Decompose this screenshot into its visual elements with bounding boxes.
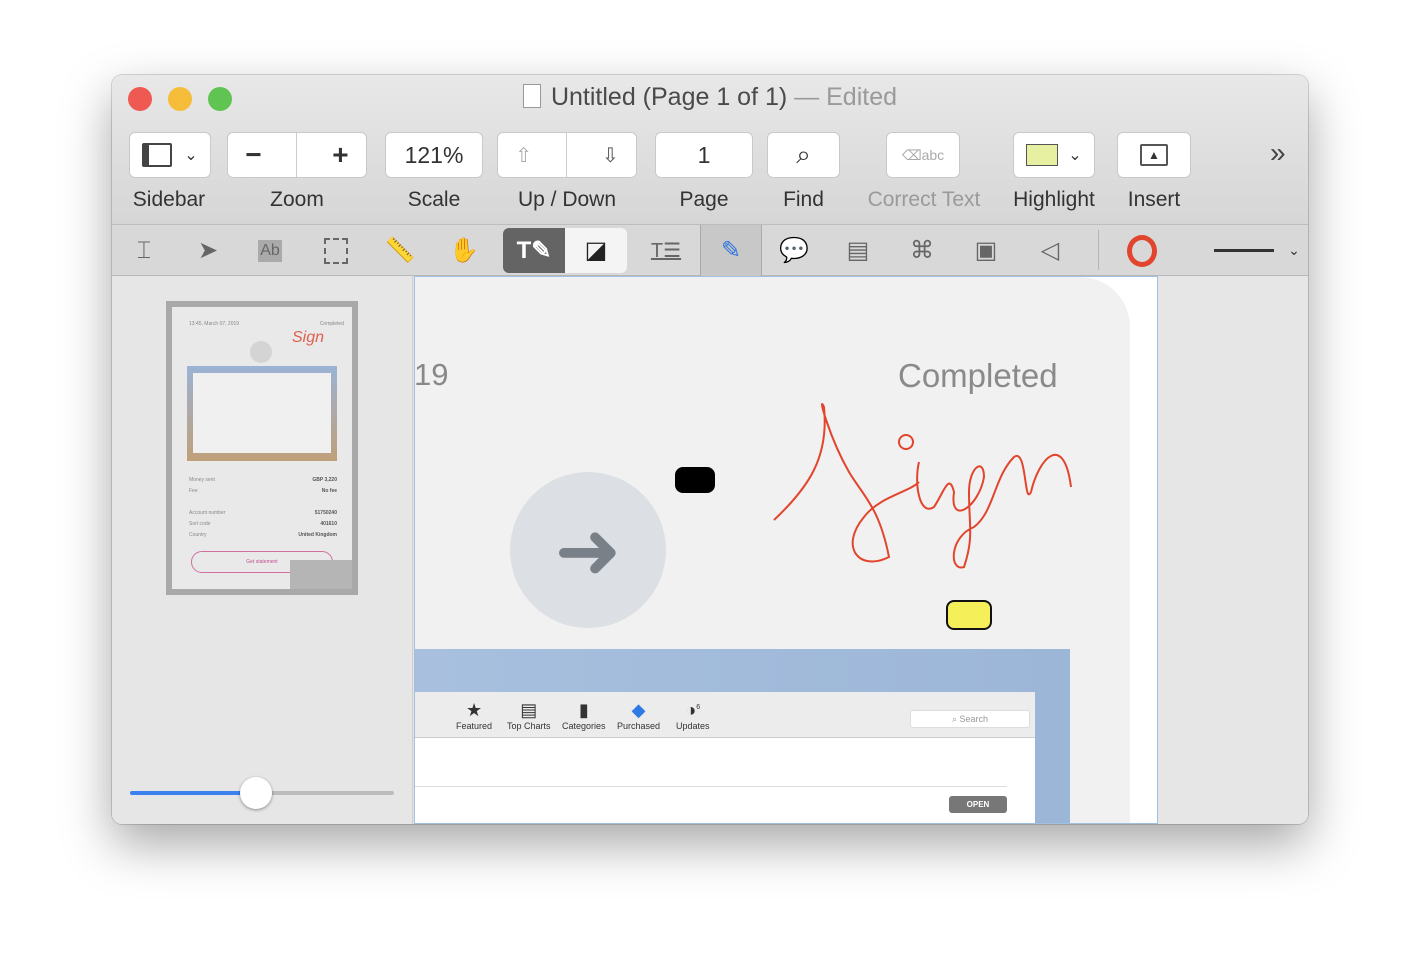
sign-icon: ◪ xyxy=(584,237,608,264)
slider-knob[interactable] xyxy=(240,777,272,809)
scale-label: Scale xyxy=(407,188,461,211)
border-icon[interactable]: ▣ xyxy=(958,225,1014,276)
thumbnail-size-slider[interactable] xyxy=(130,777,394,809)
line-style-button[interactable]: ⌄ xyxy=(1212,225,1302,276)
zoom-out-button[interactable]: − xyxy=(245,139,261,171)
appstore-tab-purchased: ◆ Purchased xyxy=(617,700,661,731)
document-icon xyxy=(522,84,541,108)
zoom-in-button[interactable]: + xyxy=(332,139,348,171)
speech-bubble-icon[interactable]: 💬 xyxy=(766,225,822,276)
shapes-icon[interactable]: ⌘ xyxy=(894,225,950,276)
correct-text-button[interactable]: ⌫abc xyxy=(886,132,960,178)
hand-icon[interactable]: ✋ xyxy=(436,225,492,276)
screenshot-image: ★ Featured ▤ Top Charts ▮ Categories ◆ Purch… xyxy=(415,649,1070,823)
up-down-control: ⇧ ⇩ xyxy=(497,132,637,178)
title-bar: Untitled (Page 1 of 1) — Edited ⌄ Sideba… xyxy=(112,75,1308,225)
highlight-label: Highlight xyxy=(1013,188,1095,211)
page-label: Page xyxy=(679,188,729,211)
rectangular-text-icon[interactable]: Ab xyxy=(242,225,298,276)
page-down-icon[interactable]: ⇩ xyxy=(602,143,619,168)
document-page[interactable]: 19 Completed ➜ ★ Featured ▤ Top Charts ▮ Ca… xyxy=(414,276,1158,824)
black-comment-icon[interactable] xyxy=(675,467,715,493)
sidebar-button[interactable]: ⌄ xyxy=(129,132,211,178)
zoom-label: Zoom xyxy=(270,188,324,211)
scale-field[interactable]: 121% xyxy=(385,132,483,178)
line-style-icon xyxy=(1214,249,1275,252)
content-area: 13:45, March 07, 2019 Completed Sign Mon… xyxy=(112,276,1308,824)
chevron-down-icon: ⌄ xyxy=(1288,242,1300,258)
page-field[interactable]: 1 xyxy=(655,132,753,178)
thumb-signature: Sign xyxy=(292,329,325,346)
highlight-color-swatch xyxy=(1026,144,1059,166)
insert-image-icon: ▲ xyxy=(1140,144,1168,166)
find-label: Find xyxy=(783,188,824,211)
appstore-tab-featured: ★ Featured xyxy=(456,700,493,731)
page-margin xyxy=(1158,276,1308,824)
thumbnail-sidebar: 13:45, March 07, 2019 Completed Sign Mon… xyxy=(112,276,413,824)
page-up-icon[interactable]: ⇧ xyxy=(515,143,532,168)
signature-drawing xyxy=(773,403,1072,569)
thumb-status: Completed xyxy=(319,321,344,327)
loupe-speaker-icon[interactable]: ◁ xyxy=(1022,225,1078,276)
text-selection-icon[interactable]: ⌶ xyxy=(116,225,172,276)
text-tool-button[interactable]: T✎ xyxy=(503,228,565,273)
preview-window: Untitled (Page 1 of 1) — Edited ⌄ Sideba… xyxy=(112,75,1308,824)
note-icon[interactable]: ▤ xyxy=(830,225,886,276)
appstore-search: ⌕ Search xyxy=(910,710,1030,728)
correct-text-label: Correct Text xyxy=(867,188,981,211)
insert-label: Insert xyxy=(1127,188,1181,211)
search-icon: ⌕ xyxy=(796,139,811,169)
highlight-button[interactable]: ⌄ xyxy=(1013,132,1095,178)
zoom-control: − + xyxy=(227,132,367,178)
insert-button[interactable]: ▲ xyxy=(1117,132,1191,178)
find-button[interactable]: ⌕ xyxy=(767,132,840,178)
sidebar-label: Sidebar xyxy=(132,188,206,211)
sidebar-icon xyxy=(142,143,173,167)
rectangular-selection-icon[interactable] xyxy=(308,225,364,276)
markup-toolbar: ⌶ ➤ Ab 📏 ✋ T✎ ◪ T☰ ✎ 💬 ▤ ⌘ ▣ ◁ ⌄ xyxy=(112,225,1308,276)
status-text: Completed xyxy=(898,357,1058,394)
toolbar-overflow-button[interactable]: » xyxy=(1270,137,1286,169)
yellow-comment-icon[interactable] xyxy=(946,600,992,630)
thumb-date: 13:45, March 07, 2019 xyxy=(189,321,240,327)
transfer-arrow-circle: ➜ xyxy=(510,472,666,628)
correct-text-icon: ⌫abc xyxy=(901,146,945,163)
title-text: Untitled (Page 1 of 1) xyxy=(550,83,788,111)
appstore-open-button: OPEN xyxy=(949,796,1007,813)
appstore-tab-categories: ▮ Categories xyxy=(562,700,606,731)
stroke-color-button[interactable] xyxy=(1114,225,1170,276)
appstore-tab-updates: ◑6 Updates xyxy=(676,700,710,731)
chevron-down-icon: ⌄ xyxy=(184,147,198,164)
chevron-down-icon: ⌄ xyxy=(1068,147,1082,164)
thumb-details: Money sent GBP 3,220 Fee No fee Account nu… xyxy=(189,477,337,538)
sign-tool-button[interactable]: ◪ xyxy=(565,228,627,273)
edited-label: — Edited xyxy=(794,83,898,111)
text-tool-icon: T✎ xyxy=(516,237,552,264)
text-style-icon[interactable]: T☰ xyxy=(638,225,694,276)
window-title: Untitled (Page 1 of 1) — Edited xyxy=(112,83,1308,112)
sketch-icon[interactable]: ✎ xyxy=(700,225,762,276)
arrow-select-icon[interactable]: ➤ xyxy=(180,225,236,276)
circle-stroke-icon xyxy=(1127,234,1157,267)
page-thumbnail[interactable]: 13:45, March 07, 2019 Completed Sign Mon… xyxy=(166,301,358,595)
date-fragment: 19 xyxy=(414,357,449,392)
up-down-label: Up / Down xyxy=(517,188,617,211)
ruler-icon[interactable]: 📏 xyxy=(372,225,428,276)
appstore-tab-top-charts: ▤ Top Charts xyxy=(507,700,551,731)
